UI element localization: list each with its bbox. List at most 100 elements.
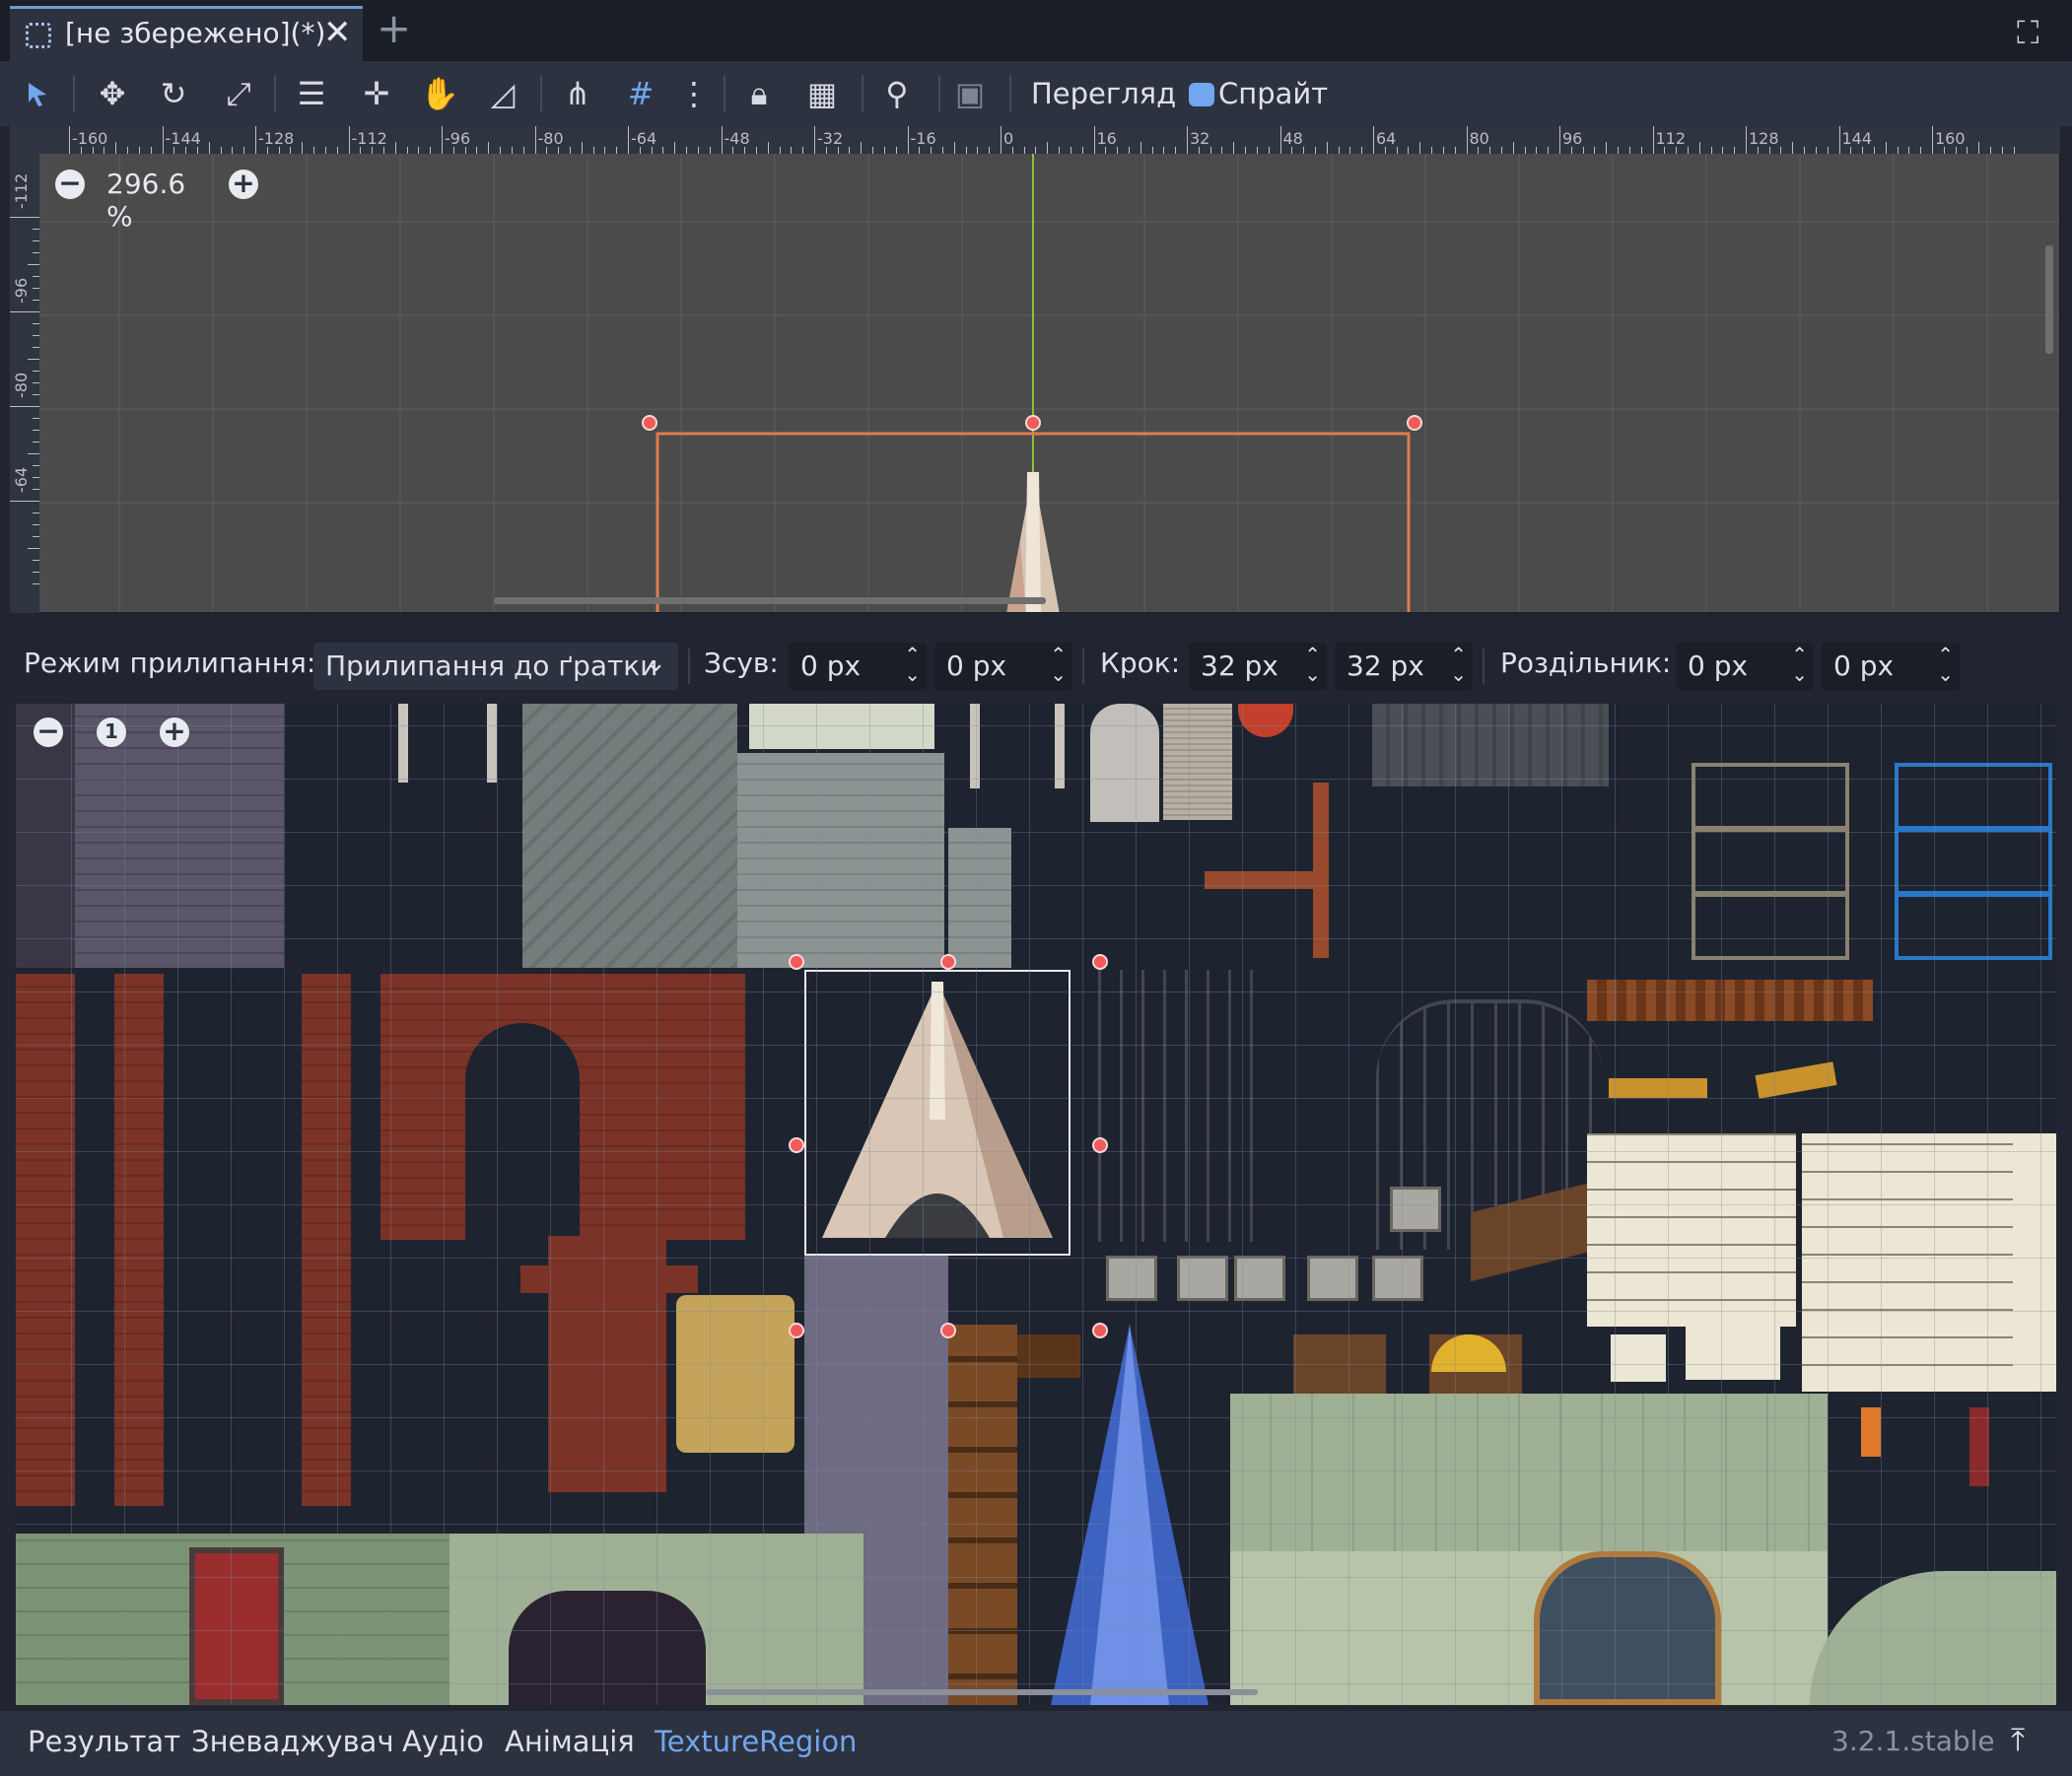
separation-x-spinbox[interactable]: 0 px ⌃ ⌄ — [1676, 643, 1814, 690]
atlas-zoom-in-button[interactable]: + — [160, 717, 189, 747]
ruler-minor-tick — [1163, 147, 1165, 154]
ruler-minor-tick — [185, 147, 187, 154]
ruler-label: -80 — [12, 372, 31, 398]
spin-arrows-icon[interactable]: ⌃ ⌄ — [1791, 645, 1808, 684]
tab-debugger[interactable]: Зневаджувач — [191, 1725, 394, 1758]
select-icon[interactable] — [12, 61, 63, 126]
ruler-minor-tick — [488, 142, 490, 154]
pan-icon[interactable]: ✋ — [414, 61, 465, 126]
ruler-minor-tick — [1955, 147, 1957, 154]
expand-panel-icon[interactable]: ⤒ — [2011, 1721, 2025, 1759]
ruler-minor-tick — [2001, 147, 2003, 154]
resize-handle-top[interactable] — [1025, 415, 1041, 431]
atlas-zoom-reset-button[interactable]: 1 — [97, 717, 126, 747]
step-label: Крок: — [1100, 647, 1181, 679]
selected-region[interactable] — [804, 970, 1071, 1256]
tab-output[interactable]: Результат — [28, 1725, 180, 1758]
ruler-minor-tick — [33, 229, 39, 230]
spin-arrows-icon[interactable]: ⌃ ⌄ — [904, 645, 921, 684]
step-y-spinbox[interactable]: 32 px ⌃ ⌄ — [1335, 643, 1473, 690]
ruler-minor-tick — [779, 147, 781, 154]
atlas-zoom-out-button[interactable]: − — [34, 717, 63, 747]
tab-animation[interactable]: Анімація — [505, 1725, 635, 1758]
spin-arrows-icon[interactable]: ⌃ ⌄ — [1450, 645, 1467, 684]
region-handle-top-right[interactable] — [1092, 954, 1108, 970]
ruler-minor-tick — [849, 147, 851, 154]
sprite-menu[interactable]: Спрайт — [1189, 61, 1328, 126]
ruler-minor-tick — [33, 430, 39, 431]
offset-y-value: 0 px — [946, 649, 1007, 682]
ruler-minor-tick — [1454, 147, 1456, 154]
ruler-minor-tick — [138, 147, 140, 154]
ruler-minor-tick — [33, 572, 39, 573]
step-x-spinbox[interactable]: 32 px ⌃ ⌄ — [1189, 643, 1327, 690]
texture-atlas-view[interactable]: − 1 + — [16, 704, 2056, 1705]
ruler-minor-tick — [2013, 147, 2015, 154]
zoom-in-button[interactable]: + — [229, 170, 258, 199]
ruler-icon[interactable]: ◿ — [477, 61, 528, 126]
offset-x-spinbox[interactable]: 0 px ⌃ ⌄ — [789, 643, 927, 690]
region-handle-bottom-right[interactable] — [1092, 1323, 1108, 1338]
ruler-minor-tick — [1117, 147, 1119, 154]
ruler-minor-tick — [33, 477, 39, 478]
stairs-tile — [1163, 704, 1232, 820]
zoom-level[interactable]: 296.6 % — [106, 168, 185, 233]
region-handle-right[interactable] — [1092, 1137, 1108, 1153]
snap-mode-label: Режим прилипання: — [24, 647, 316, 679]
pivot-icon[interactable]: ✛ — [351, 61, 402, 126]
region-handle-top-left[interactable] — [789, 954, 804, 970]
fullscreen-icon[interactable]: ⛶ — [2017, 14, 2038, 52]
lock-icon[interactable]: 🔒︎ — [733, 61, 785, 126]
ruler-minor-tick — [1140, 142, 1141, 154]
zoom-out-button[interactable]: − — [55, 170, 85, 199]
ruler-minor-tick — [1349, 147, 1351, 154]
pillar-tile — [1055, 704, 1065, 788]
bone-icon[interactable]: ⚲ — [871, 61, 923, 126]
ruler-minor-tick — [1967, 147, 1968, 154]
canvas-viewport[interactable] — [10, 126, 2060, 613]
offset-y-spinbox[interactable]: 0 px ⌃ ⌄ — [934, 643, 1072, 690]
ruler-minor-tick — [33, 512, 39, 513]
ruler-minor-tick — [895, 147, 897, 154]
resize-handle-top-left[interactable] — [642, 415, 657, 431]
close-icon[interactable]: ✕ — [323, 13, 352, 52]
pillar-tile — [970, 704, 980, 788]
rotate-icon[interactable]: ↻ — [148, 61, 199, 126]
v-scrollbar — [2045, 245, 2053, 354]
ruler-tick — [628, 126, 629, 154]
scale-icon[interactable]: ⤢ — [213, 61, 264, 126]
grid-snap-icon[interactable]: # — [615, 61, 666, 126]
bath-tile — [749, 704, 934, 749]
separation-y-spinbox[interactable]: 0 px ⌃ ⌄ — [1822, 643, 1960, 690]
offset-x-value: 0 px — [800, 649, 862, 682]
separation-y-value: 0 px — [1833, 649, 1895, 682]
tab-textureregion[interactable]: TextureRegion — [655, 1725, 857, 1758]
ruler-minor-tick — [1780, 147, 1782, 154]
smart-snap-icon[interactable]: ⋔ — [552, 61, 603, 126]
spin-arrows-icon[interactable]: ⌃ ⌄ — [1937, 645, 1954, 684]
list-select-icon[interactable]: ☰ — [286, 61, 337, 126]
view-menu[interactable]: Перегляд — [1031, 61, 1176, 126]
post-tile — [1313, 783, 1329, 958]
resize-handle-top-right[interactable] — [1407, 415, 1422, 431]
region-handle-bottom-left[interactable] — [789, 1323, 804, 1338]
move-icon[interactable]: ✥ — [87, 61, 138, 126]
region-handle-left[interactable] — [789, 1137, 804, 1153]
snap-mode-dropdown[interactable]: Прилипання до ґратки ⌄ — [313, 643, 678, 690]
add-tab-button[interactable]: + — [377, 4, 411, 52]
group-icon[interactable]: ▦ — [796, 61, 848, 126]
ruler-minor-tick — [709, 147, 711, 154]
scene-tab[interactable]: [не збережено](*) ✕ — [10, 6, 363, 61]
spin-arrows-icon[interactable]: ⌃ ⌄ — [1050, 645, 1067, 684]
plank-tile — [1609, 1078, 1707, 1098]
atlas-h-scrollbar[interactable] — [706, 1689, 1258, 1695]
tab-audio[interactable]: Аудіо — [402, 1725, 484, 1758]
ruler-minor-tick — [33, 347, 39, 348]
spin-arrows-icon[interactable]: ⌃ ⌄ — [1304, 645, 1321, 684]
region-handle-top[interactable] — [940, 954, 956, 970]
ruler-minor-tick — [302, 142, 304, 154]
more-icon[interactable]: ⋮ — [668, 61, 720, 126]
region-handle-bottom[interactable] — [940, 1323, 956, 1338]
ruler-tick — [162, 126, 164, 154]
ruler-minor-tick — [1500, 147, 1502, 154]
